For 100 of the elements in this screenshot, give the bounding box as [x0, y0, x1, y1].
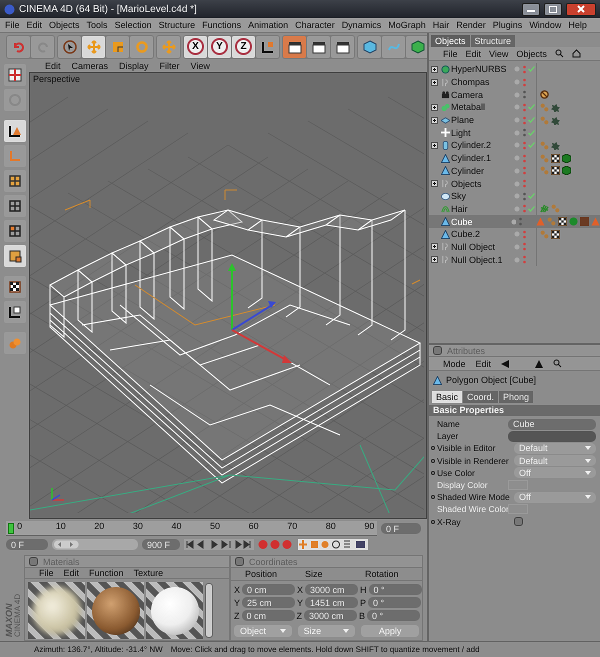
objects-menu-item[interactable]: Edit — [466, 48, 482, 58]
visibility-dots-icon[interactable] — [523, 192, 526, 201]
viewport-menu-item[interactable]: Cameras — [72, 61, 108, 71]
render-button[interactable] — [307, 36, 330, 58]
name-field[interactable]: Cube — [508, 418, 596, 430]
menu-item[interactable]: Render — [456, 20, 486, 30]
checkmark-icon[interactable] — [528, 193, 534, 200]
layer-dot-icon[interactable] — [514, 104, 520, 110]
expand-icon[interactable] — [430, 66, 438, 73]
key-filter-icons[interactable] — [298, 539, 368, 550]
edges-mode-button[interactable] — [4, 195, 26, 217]
visibility-dots-icon[interactable] — [523, 255, 526, 264]
materials-menu-item[interactable]: Edit — [64, 568, 80, 578]
timeline-ruler[interactable]: 0 10 20 30 40 50 60 70 80 90 — [6, 521, 377, 536]
texture-axis-button[interactable] — [4, 301, 26, 323]
visibility-dots-icon[interactable] — [523, 116, 526, 125]
render-view-button[interactable] — [283, 36, 306, 58]
object-row[interactable]: Objects — [429, 177, 600, 190]
coordinate-field[interactable]: 3000 cm — [305, 584, 358, 595]
expand-icon[interactable] — [430, 256, 438, 264]
layer-dot-icon[interactable] — [514, 142, 520, 148]
coordinate-field[interactable]: 0 cm — [242, 584, 296, 595]
object-row[interactable]: Cylinder — [429, 164, 600, 178]
object-row[interactable]: Plane — [429, 114, 600, 126]
render-settings-button[interactable] — [331, 36, 354, 58]
object-row[interactable]: Camera — [429, 88, 600, 102]
object-row[interactable]: Cube — [429, 215, 600, 228]
menu-item[interactable]: File — [5, 20, 20, 30]
object-row[interactable]: Cube.2 — [429, 228, 600, 241]
menu-item[interactable]: Plugins — [492, 20, 522, 30]
layer-dot-icon[interactable] — [514, 206, 520, 212]
visibility-dots-icon[interactable] — [523, 204, 526, 214]
search-icon[interactable] — [554, 49, 564, 58]
menu-item[interactable]: Animation — [248, 20, 288, 30]
undo-button[interactable] — [7, 36, 30, 58]
uv-mode-button[interactable] — [4, 245, 26, 267]
coordinate-field[interactable]: 25 cm — [242, 597, 296, 608]
redo-button[interactable] — [31, 36, 54, 58]
viewport-menu-item[interactable]: Filter — [160, 61, 180, 71]
menu-item[interactable]: Selection — [114, 20, 152, 30]
material-swatch[interactable] — [87, 582, 144, 639]
rotate-tool-button[interactable] — [130, 36, 153, 58]
viewport-menu-item[interactable]: Edit — [45, 61, 61, 71]
visibility-dots-icon[interactable] — [523, 154, 526, 163]
menu-item[interactable]: Structure — [158, 20, 196, 30]
visibility-dots-icon[interactable] — [523, 64, 526, 74]
animate-dot-icon[interactable] — [431, 495, 435, 500]
attributes-menu-item[interactable]: Mode — [443, 358, 466, 368]
menu-item[interactable]: Dynamics — [342, 20, 382, 30]
object-row[interactable]: Metaball — [429, 101, 600, 114]
materials-menu-item[interactable]: Function — [89, 568, 124, 578]
polygons-mode-button[interactable] — [4, 220, 26, 242]
menu-item[interactable]: Hair — [432, 20, 450, 30]
select-tool-button[interactable] — [58, 36, 81, 58]
checkmark-icon[interactable] — [528, 104, 534, 110]
maximize-button[interactable] — [544, 2, 562, 16]
visibility-dots-icon[interactable] — [523, 128, 526, 138]
range-slider-thumb[interactable] — [54, 540, 79, 548]
object-row[interactable]: Sky — [429, 190, 600, 203]
objects-menu-item[interactable]: Objects — [516, 48, 547, 58]
frame-range-slider[interactable] — [52, 539, 138, 550]
start-frame-field[interactable]: 0 F — [6, 539, 48, 550]
checkmark-icon[interactable] — [528, 206, 534, 212]
scrollbar-icon[interactable] — [205, 583, 213, 638]
axis-lock-button[interactable]: X — [184, 36, 207, 58]
spline-button[interactable] — [382, 36, 405, 58]
playhead[interactable] — [8, 523, 14, 534]
material-swatch[interactable] — [146, 582, 203, 639]
axis-lock-button[interactable]: Z — [232, 36, 255, 58]
object-row[interactable]: Light — [429, 126, 600, 140]
checkmark-icon[interactable] — [528, 66, 534, 72]
object-row[interactable]: Null Object — [429, 240, 600, 254]
menu-item[interactable]: Edit — [26, 20, 42, 30]
menu-item[interactable]: Objects — [49, 20, 80, 30]
menu-item[interactable]: Window — [529, 20, 562, 30]
minimize-button[interactable] — [522, 2, 540, 16]
visibility-dots-icon[interactable] — [523, 90, 526, 100]
attributes-menu-item[interactable]: Edit — [476, 358, 492, 368]
scale-tool-button[interactable] — [106, 36, 129, 58]
visibility-dots-icon[interactable] — [523, 140, 526, 150]
visibility-dots-icon[interactable] — [519, 217, 522, 226]
axis-lock-button[interactable]: Y — [208, 36, 231, 58]
layer-dot-icon[interactable] — [514, 256, 520, 263]
nurbs-button[interactable] — [406, 36, 429, 58]
expand-icon[interactable] — [430, 243, 438, 250]
layer-dot-icon[interactable] — [514, 193, 520, 200]
materials-menu-item[interactable]: File — [39, 568, 54, 578]
object-axis-button[interactable] — [4, 120, 26, 142]
home-icon[interactable] — [572, 49, 581, 58]
layer-dot-icon[interactable] — [514, 79, 520, 86]
visibility-dots-icon[interactable] — [523, 242, 526, 252]
objects-menu-item[interactable]: View — [489, 48, 508, 58]
layer-dot-icon[interactable] — [510, 218, 516, 225]
record-keys-icon[interactable] — [258, 539, 294, 550]
object-row[interactable]: Chompas — [429, 76, 600, 88]
layer-field[interactable] — [508, 430, 596, 442]
move-button[interactable] — [157, 36, 180, 58]
expand-icon[interactable] — [430, 180, 438, 188]
layer-dot-icon[interactable] — [514, 92, 520, 98]
visibility-dots-icon[interactable] — [523, 78, 526, 87]
